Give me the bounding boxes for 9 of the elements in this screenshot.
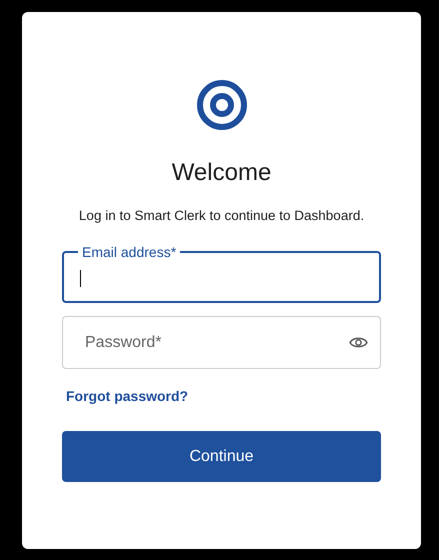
field-label: Email address* <box>81 243 178 261</box>
subtitle-text: Log in to Smart Clerk to continue to Dashboard. <box>78 207 366 225</box>
welcome-heading: Welcome <box>170 158 272 188</box>
continue-button[interactable]: Continue <box>62 431 381 482</box>
show-password-icon[interactable] <box>349 336 368 349</box>
text-cursor <box>80 270 81 286</box>
password-field[interactable]: Password* <box>62 316 381 369</box>
logo-icon <box>196 80 246 130</box>
forgot-password-link[interactable]: Forgot password? <box>66 386 188 406</box>
